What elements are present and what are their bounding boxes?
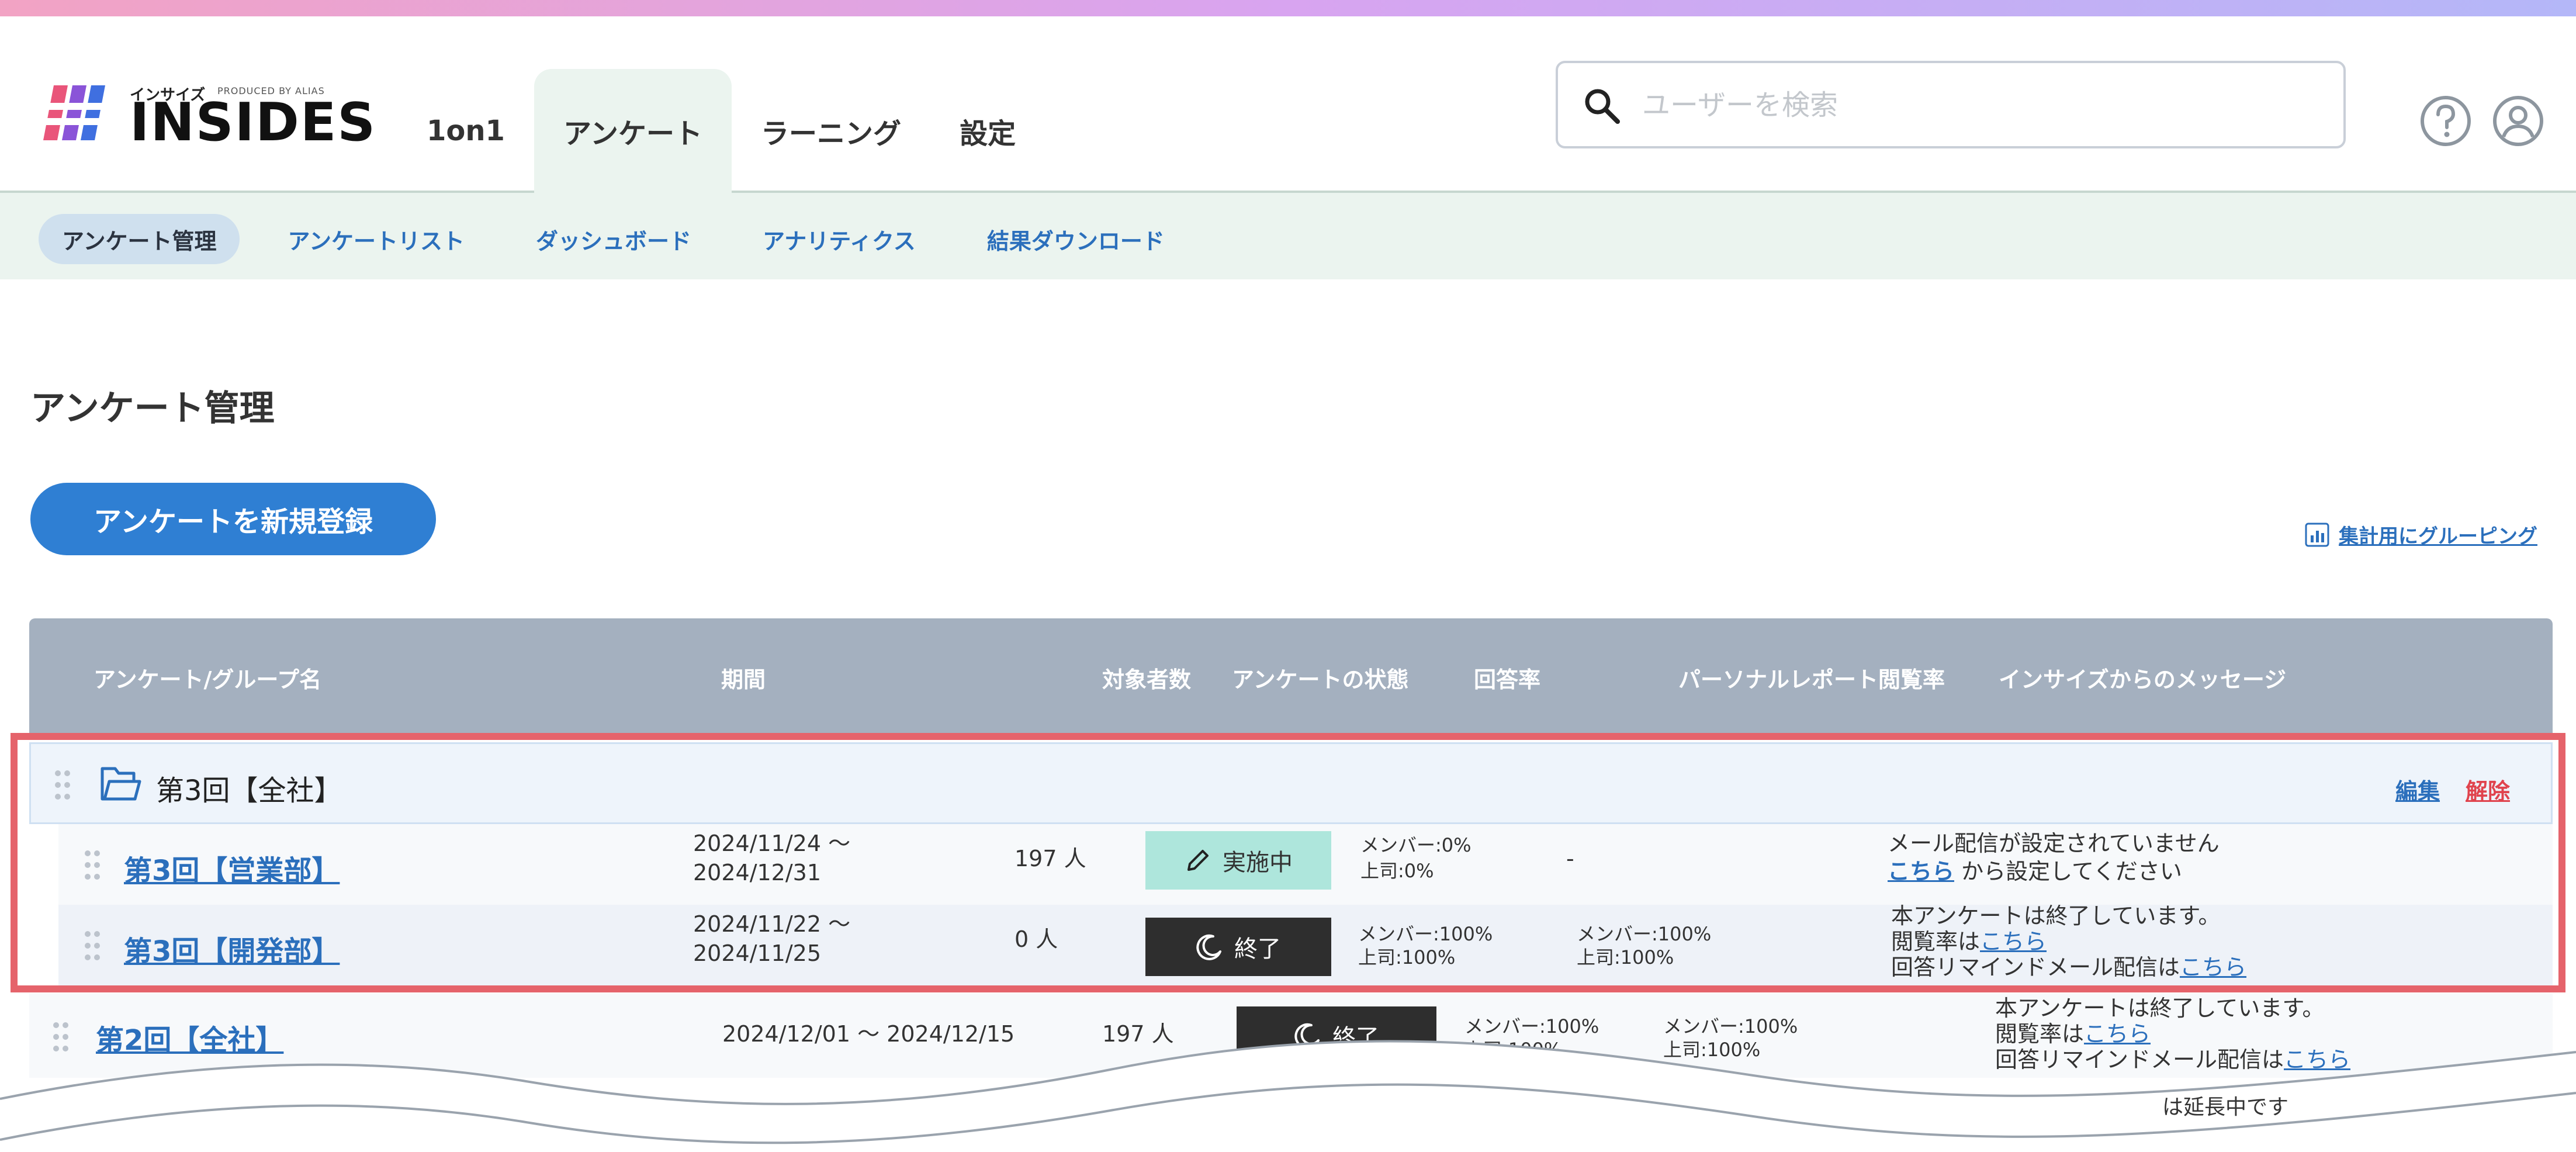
chart-group-icon [2305,523,2329,546]
user-search[interactable] [1556,61,2346,148]
user-icon[interactable] [2492,95,2544,147]
subnav-dashboard[interactable]: ダッシュボード [513,214,715,264]
col-target-count: 対象者数 [1102,667,1192,693]
main-tabs: 1on1 アンケート ラーニング 設定 [397,69,1045,193]
col-report-view-rate: パーソナルレポート閲覧率 [1678,667,1945,693]
page-title: アンケート管理 [30,388,275,429]
subnav-analytics[interactable]: アナリティクス [739,214,939,264]
insides-logo[interactable]: インサイズ PRODUCED BY ALIAS INSIDES [36,63,375,152]
search-icon [1585,89,1620,124]
subnav-result-download[interactable]: 結果ダウンロード [964,214,1188,264]
grouping-link[interactable]: 集計用にグルーピング [2304,520,2537,549]
search-input[interactable] [1642,81,2320,130]
subnav-survey-list[interactable]: アンケートリスト [264,214,487,264]
message-fragment: は延長中です [2162,1095,2288,1119]
insides-logo-mark-icon [39,85,110,140]
message-line: 本アンケートは終了しています。 [1995,995,2325,1021]
col-answer-rate: 回答率 [1474,667,1541,693]
col-survey-name: アンケート/グループ名 [94,667,322,693]
col-survey-status: アンケートの状態 [1232,667,1409,693]
logo-wordmark: INSIDES [130,92,377,153]
grouping-link-label: 集計用にグルーピング [2339,525,2537,548]
torn-edge-divider: は延長中です [0,1040,2576,1152]
col-message: インサイズからのメッセージ [1999,667,2287,693]
col-period: 期間 [721,667,766,693]
sub-navigation: アンケート管理 アンケートリスト ダッシュボード アナリティクス 結果ダウンロー… [0,193,2576,279]
subnav-survey-management[interactable]: アンケート管理 [39,214,240,264]
top-gradient-stripe [0,0,2576,16]
app-header: インサイズ PRODUCED BY ALIAS INSIDES 1on1 アンケ… [0,16,2576,193]
tab-learning[interactable]: ラーニング [732,69,930,193]
tab-settings[interactable]: 設定 [930,69,1045,193]
new-survey-button[interactable]: アンケートを新規登録 [30,483,436,555]
highlight-frame [11,733,2565,992]
help-icon[interactable] [2419,95,2472,147]
table-header: アンケート/グループ名 期間 対象者数 アンケートの状態 回答率 パーソナルレポ… [29,618,2553,735]
tab-survey[interactable]: アンケート [534,69,732,193]
tab-1on1[interactable]: 1on1 [397,69,534,193]
